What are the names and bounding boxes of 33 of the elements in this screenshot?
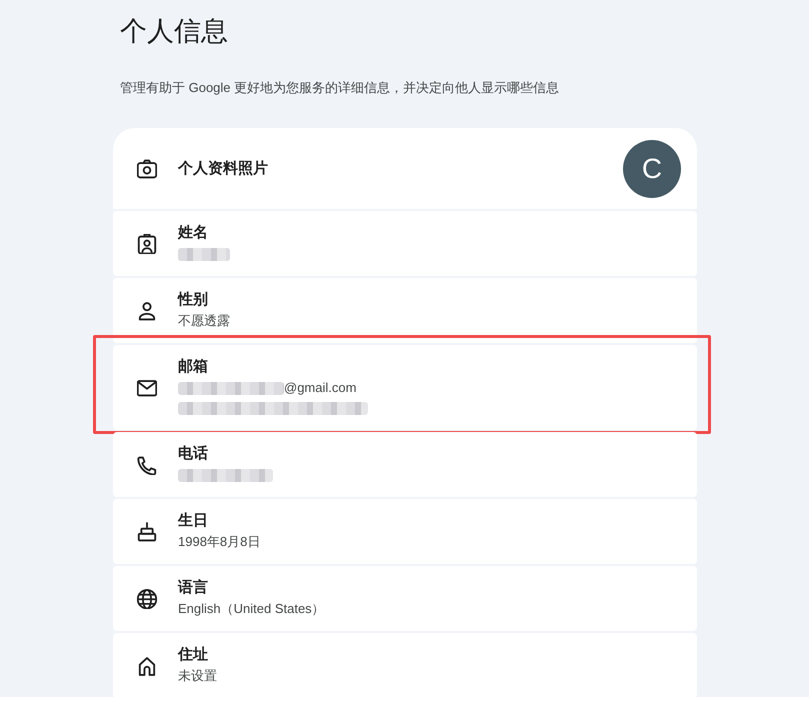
field-value: 1998年8月8日 xyxy=(178,533,260,551)
field-label: 姓名 xyxy=(178,223,209,243)
info-row[interactable]: 生日 1998年8月8日 xyxy=(113,499,697,564)
field-label: 邮箱 xyxy=(178,357,209,377)
field-label: 生日 xyxy=(178,511,209,531)
info-row[interactable]: 性别 不愿透露 xyxy=(113,278,697,343)
field-label: 个人资料照片 xyxy=(178,158,269,178)
field-value: @gmail.com xyxy=(284,379,356,397)
field-label: 电话 xyxy=(178,444,209,464)
avatar[interactable]: C xyxy=(623,140,681,198)
info-row[interactable]: 姓名 xyxy=(113,211,697,276)
id-badge-icon xyxy=(137,234,157,254)
info-row[interactable]: 邮箱 @gmail.com xyxy=(113,345,697,430)
info-row[interactable]: 住址 未设置 xyxy=(113,633,697,697)
field-label: 住址 xyxy=(178,645,209,665)
home-icon xyxy=(137,656,157,676)
field-value: 未设置 xyxy=(178,667,217,685)
page-title: 个人信息 xyxy=(120,15,229,48)
profile-photo-row[interactable]: 个人资料照片 C xyxy=(113,128,697,209)
phone-icon xyxy=(137,454,157,474)
camera-icon xyxy=(137,158,157,178)
field-label: 性别 xyxy=(178,290,209,310)
cake-icon xyxy=(137,522,157,542)
info-row[interactable]: 电话 xyxy=(113,432,697,497)
info-row[interactable]: 语言 English（United States） xyxy=(113,566,697,631)
field-value: 不愿透露 xyxy=(178,312,230,330)
mail-icon xyxy=(137,378,157,398)
field-value: English（United States） xyxy=(178,600,325,618)
pixelated-redaction xyxy=(178,248,230,260)
field-label: 语言 xyxy=(178,578,209,598)
person-icon xyxy=(137,300,157,320)
page-description: 管理有助于 Google 更好地为您服务的详细信息，并决定向他人显示哪些信息 xyxy=(120,79,560,97)
globe-icon xyxy=(137,588,157,608)
